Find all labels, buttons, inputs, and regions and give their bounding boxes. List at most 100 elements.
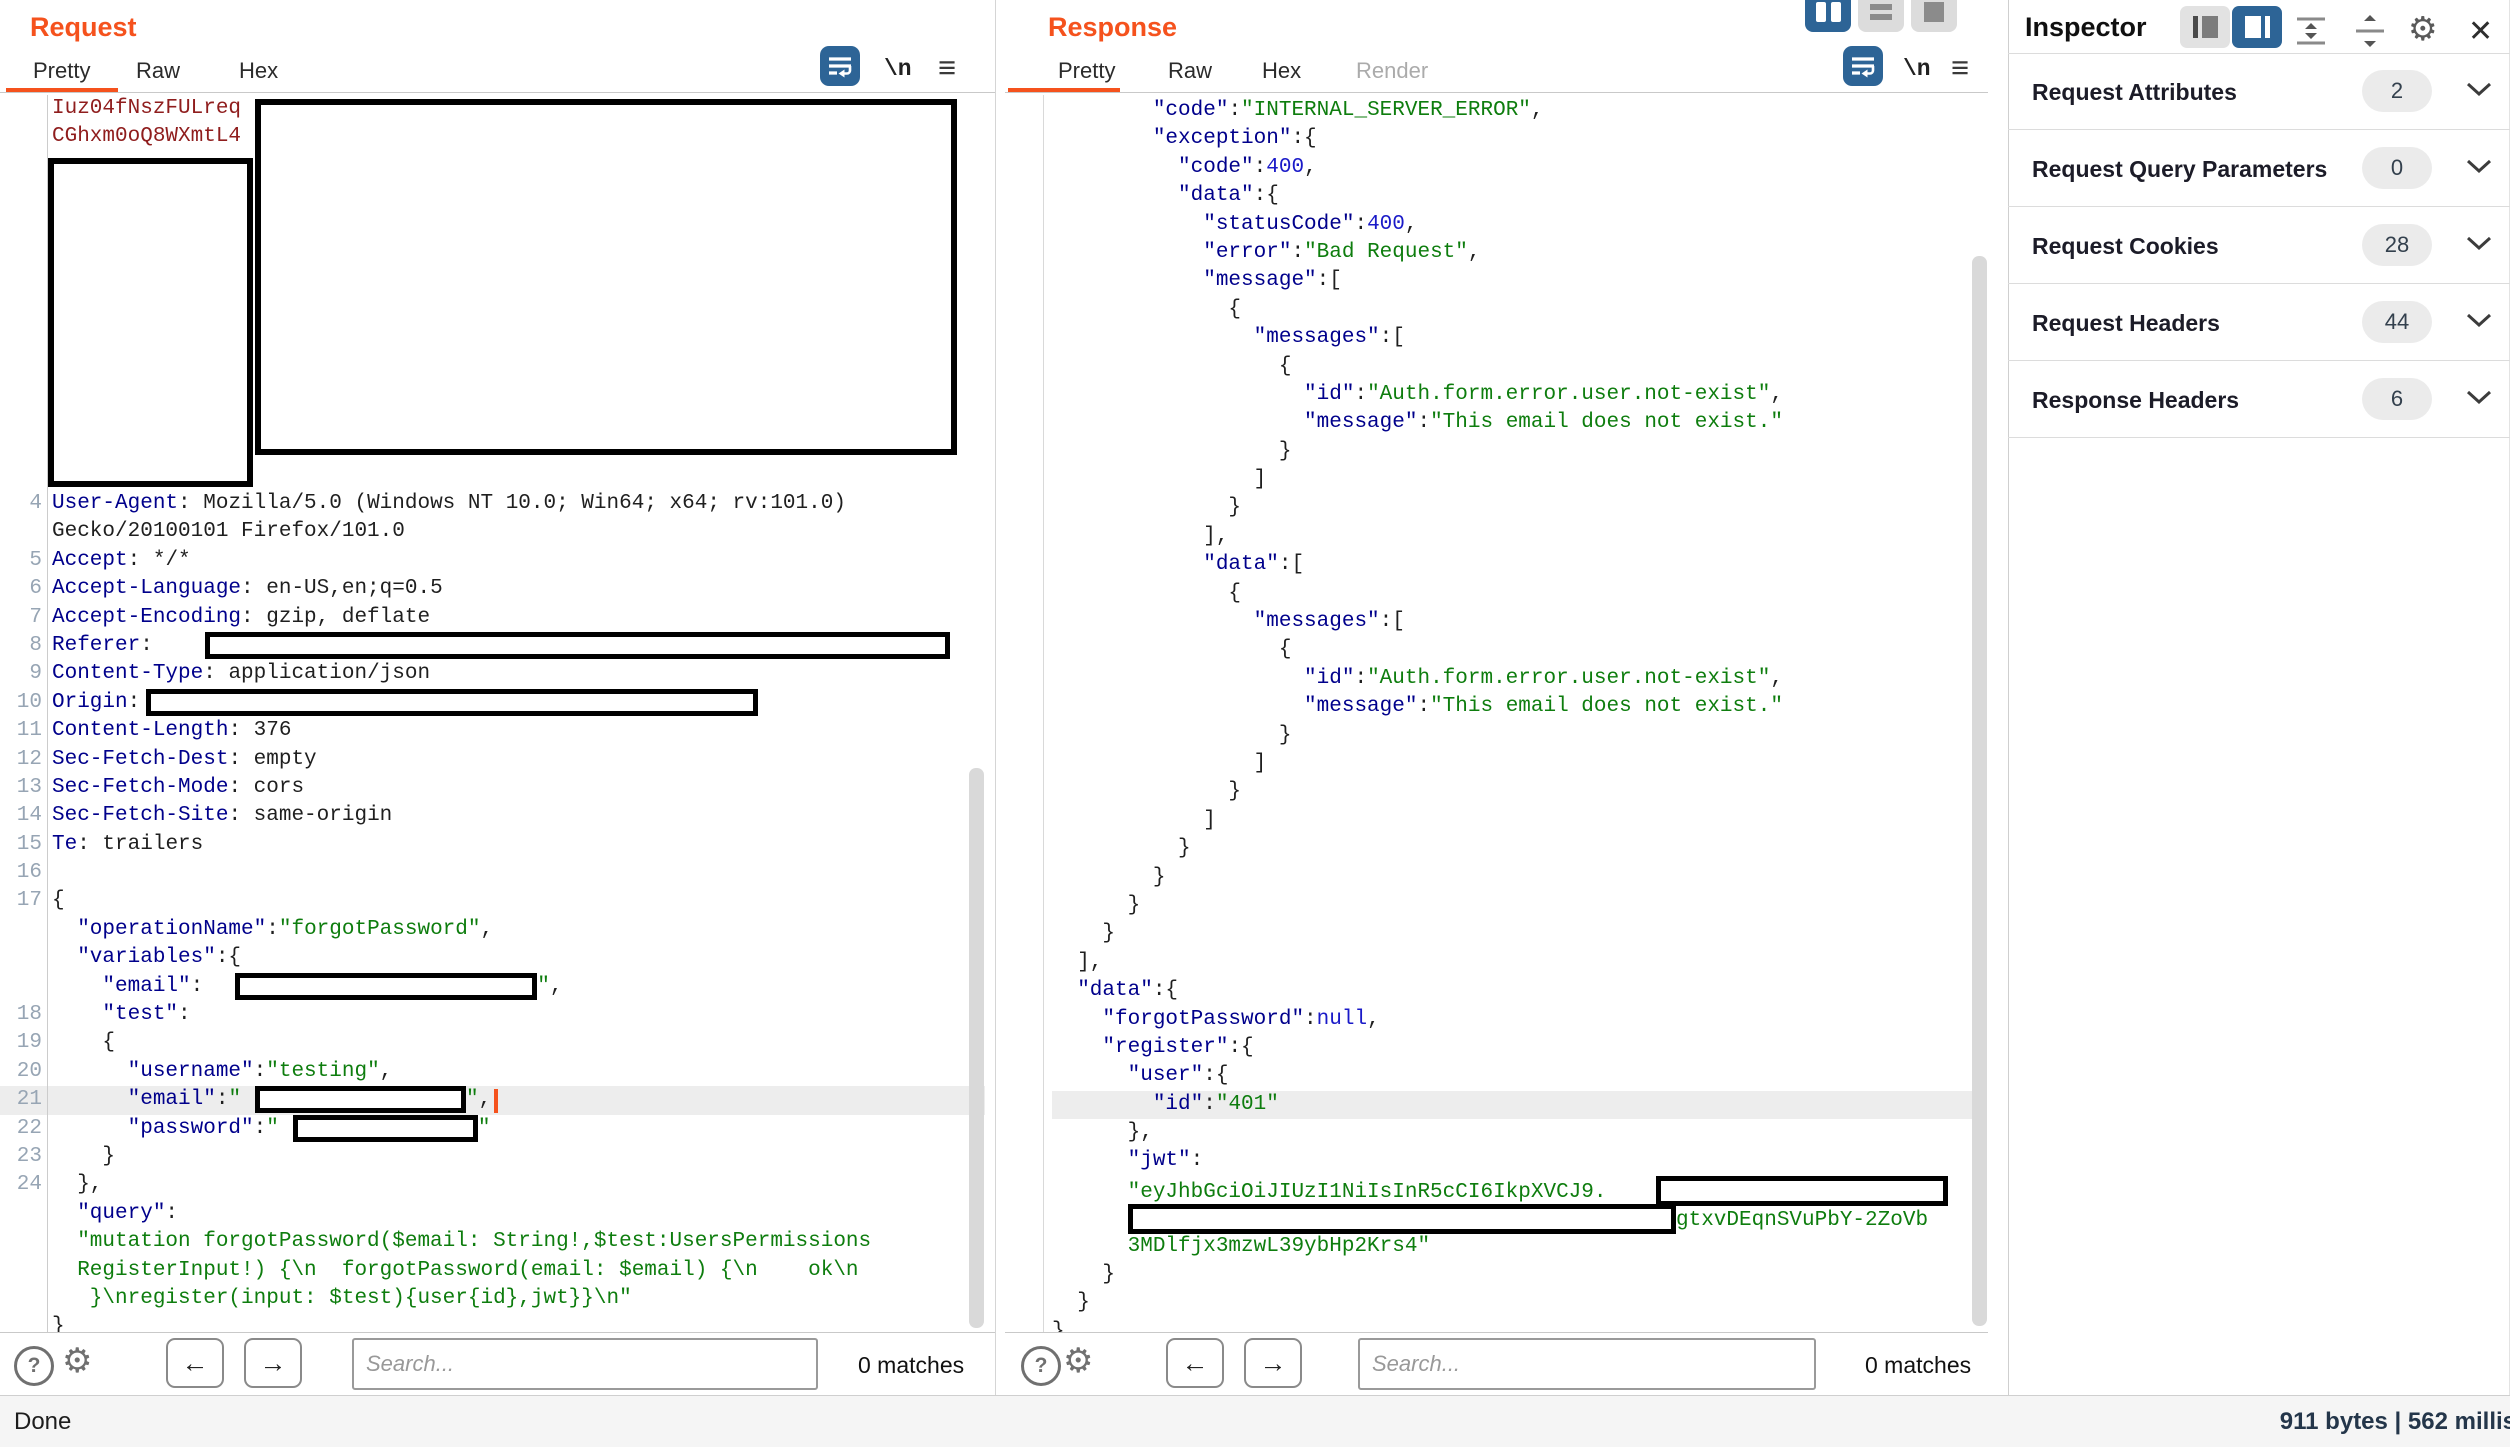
- help-icon[interactable]: ?: [1021, 1346, 1061, 1386]
- response-search-input[interactable]: [1358, 1338, 1816, 1390]
- editor-menu-icon[interactable]: ≡: [1951, 50, 1969, 86]
- code-segment: ,: [481, 918, 494, 941]
- tab-request-hex[interactable]: Hex: [239, 58, 278, 84]
- inspector-close-icon[interactable]: ✕: [2468, 14, 2493, 49]
- section-request-query-parameters[interactable]: Request Query Parameters 0: [2008, 130, 2510, 207]
- code-segment: :: [1254, 156, 1267, 179]
- chevron-down-icon[interactable]: [2465, 312, 2493, 335]
- code-line: }: [1052, 494, 1978, 522]
- help-icon[interactable]: ?: [14, 1346, 54, 1386]
- code-segment: },: [1052, 1121, 1153, 1144]
- code-segment: "Bad Request": [1304, 241, 1468, 264]
- code-segment: }: [1052, 837, 1191, 860]
- layout-rows-button[interactable]: [1858, 0, 1904, 32]
- response-editor[interactable]: "code":"INTERNAL_SERVER_ERROR", "excepti…: [1043, 95, 1983, 1332]
- tab-response-render[interactable]: Render: [1356, 58, 1428, 84]
- chevron-down-icon[interactable]: [2465, 158, 2493, 181]
- section-request-headers[interactable]: Request Headers 44: [2008, 284, 2510, 361]
- line-number: 20: [0, 1058, 42, 1086]
- collapse-all-icon[interactable]: [2352, 13, 2388, 54]
- code-segment: RegisterInput!) {\n forgotPassword(email…: [52, 1259, 859, 1282]
- search-prev-button[interactable]: ←: [166, 1338, 224, 1388]
- expand-all-icon[interactable]: [2293, 13, 2329, 54]
- code-segment: :: [178, 1003, 191, 1026]
- code-line: 19 {: [0, 1029, 985, 1057]
- code-line: "statusCode":400,: [1052, 211, 1978, 239]
- layout-columns-button[interactable]: [1805, 0, 1851, 32]
- response-scrollbar[interactable]: [1972, 256, 1987, 1326]
- code-segment: :[: [1380, 326, 1405, 349]
- code-segment: :{: [1203, 1064, 1228, 1087]
- code-segment: {: [1052, 582, 1241, 605]
- tab-request-raw[interactable]: Raw: [136, 58, 180, 84]
- tab-request-pretty[interactable]: Pretty: [33, 58, 90, 84]
- code-line: 17{: [0, 887, 985, 915]
- code-line: 15Te: trailers: [0, 831, 985, 859]
- code-line: "query":: [0, 1200, 985, 1228]
- code-segment: }: [1052, 780, 1241, 803]
- chevron-down-icon[interactable]: [2465, 389, 2493, 412]
- inspector-settings-gear-icon[interactable]: ⚙: [2408, 12, 2438, 45]
- search-settings-gear-icon[interactable]: ⚙: [1063, 1344, 1093, 1378]
- search-settings-gear-icon[interactable]: ⚙: [62, 1344, 92, 1378]
- tab-response-raw[interactable]: Raw: [1168, 58, 1212, 84]
- tab-response-pretty[interactable]: Pretty: [1058, 58, 1115, 84]
- newline-toggle-icon[interactable]: \n: [884, 56, 912, 82]
- code-line: "eyJhbGciOiJIUzI1NiIsInR5cCI6IkpXVCJ9.: [1052, 1176, 1978, 1204]
- rows-glyph-bar: [1870, 4, 1892, 10]
- code-segment: ,: [1405, 213, 1418, 236]
- code-segment: "message": [1052, 695, 1417, 718]
- request-scrollbar[interactable]: [969, 768, 984, 1328]
- code-segment: :{: [216, 946, 241, 969]
- code-line: 6Accept-Language: en-US,en;q=0.5: [0, 575, 985, 603]
- code-line: "message":"This email does not exist.": [1052, 409, 1978, 437]
- code-line: 12Sec-Fetch-Dest: empty: [0, 746, 985, 774]
- code-segment: :{: [1254, 184, 1279, 207]
- code-segment: :: [1354, 383, 1367, 406]
- pretty-print-icon[interactable]: [1843, 46, 1883, 86]
- section-request-cookies[interactable]: Request Cookies 28: [2008, 207, 2510, 284]
- code-segment: cors: [241, 776, 304, 799]
- newline-toggle-icon[interactable]: \n: [1903, 56, 1931, 82]
- inspector-dock-right-button[interactable]: [2232, 6, 2282, 48]
- code-segment: "code": [1052, 156, 1254, 179]
- pretty-print-icon[interactable]: [820, 46, 860, 86]
- code-segment: Accept: [52, 549, 128, 572]
- search-prev-button[interactable]: ←: [1166, 1338, 1224, 1388]
- layout-single-button[interactable]: [1911, 0, 1957, 32]
- code-segment: :: [1417, 411, 1430, 434]
- chevron-down-icon[interactable]: [2465, 81, 2493, 104]
- section-request-attributes[interactable]: Request Attributes 2: [2008, 53, 2510, 130]
- code-segment: "query": [52, 1202, 165, 1225]
- code-segment: Sec-Fetch-Site: [52, 804, 228, 827]
- code-segment: :: [228, 776, 241, 799]
- request-search-input[interactable]: [352, 1338, 818, 1390]
- redaction-box: [205, 632, 950, 659]
- editor-menu-icon[interactable]: ≡: [938, 50, 956, 86]
- section-response-headers[interactable]: Response Headers 6: [2008, 361, 2510, 438]
- request-editor[interactable]: Iuz04fNszFULreqCGhxm0oQ8WXmtL4 4User-Age…: [0, 95, 995, 1332]
- code-segment: }: [1052, 724, 1291, 747]
- chevron-down-icon[interactable]: [2465, 235, 2493, 258]
- redaction-box-request-top: [255, 99, 957, 455]
- tab-response-hex[interactable]: Hex: [1262, 58, 1301, 84]
- search-next-button[interactable]: →: [1244, 1338, 1302, 1388]
- pretty-print-glyph: [1843, 46, 1883, 86]
- code-line: }: [1052, 1289, 1978, 1317]
- search-next-button[interactable]: →: [244, 1338, 302, 1388]
- code-segment: :: [254, 1117, 267, 1140]
- code-line: RegisterInput!) {\n forgotPassword(email…: [0, 1257, 985, 1285]
- code-segment: ,: [479, 1088, 492, 1111]
- code-segment: Te: [52, 833, 77, 856]
- code-segment: "mutation forgotPassword($email: String!…: [52, 1230, 871, 1253]
- status-text: Done: [14, 1408, 71, 1436]
- inspector-dock-side-button[interactable]: [2180, 6, 2230, 48]
- panel-divider: [995, 0, 996, 1395]
- code-line: "messages":[: [1052, 324, 1978, 352]
- code-segment: }: [52, 1145, 115, 1168]
- line-number: 8: [0, 632, 42, 660]
- line-number: 5: [0, 547, 42, 575]
- code-line: },: [1052, 1119, 1978, 1147]
- code-line: }: [1052, 778, 1978, 806]
- redaction-box: [293, 1115, 478, 1142]
